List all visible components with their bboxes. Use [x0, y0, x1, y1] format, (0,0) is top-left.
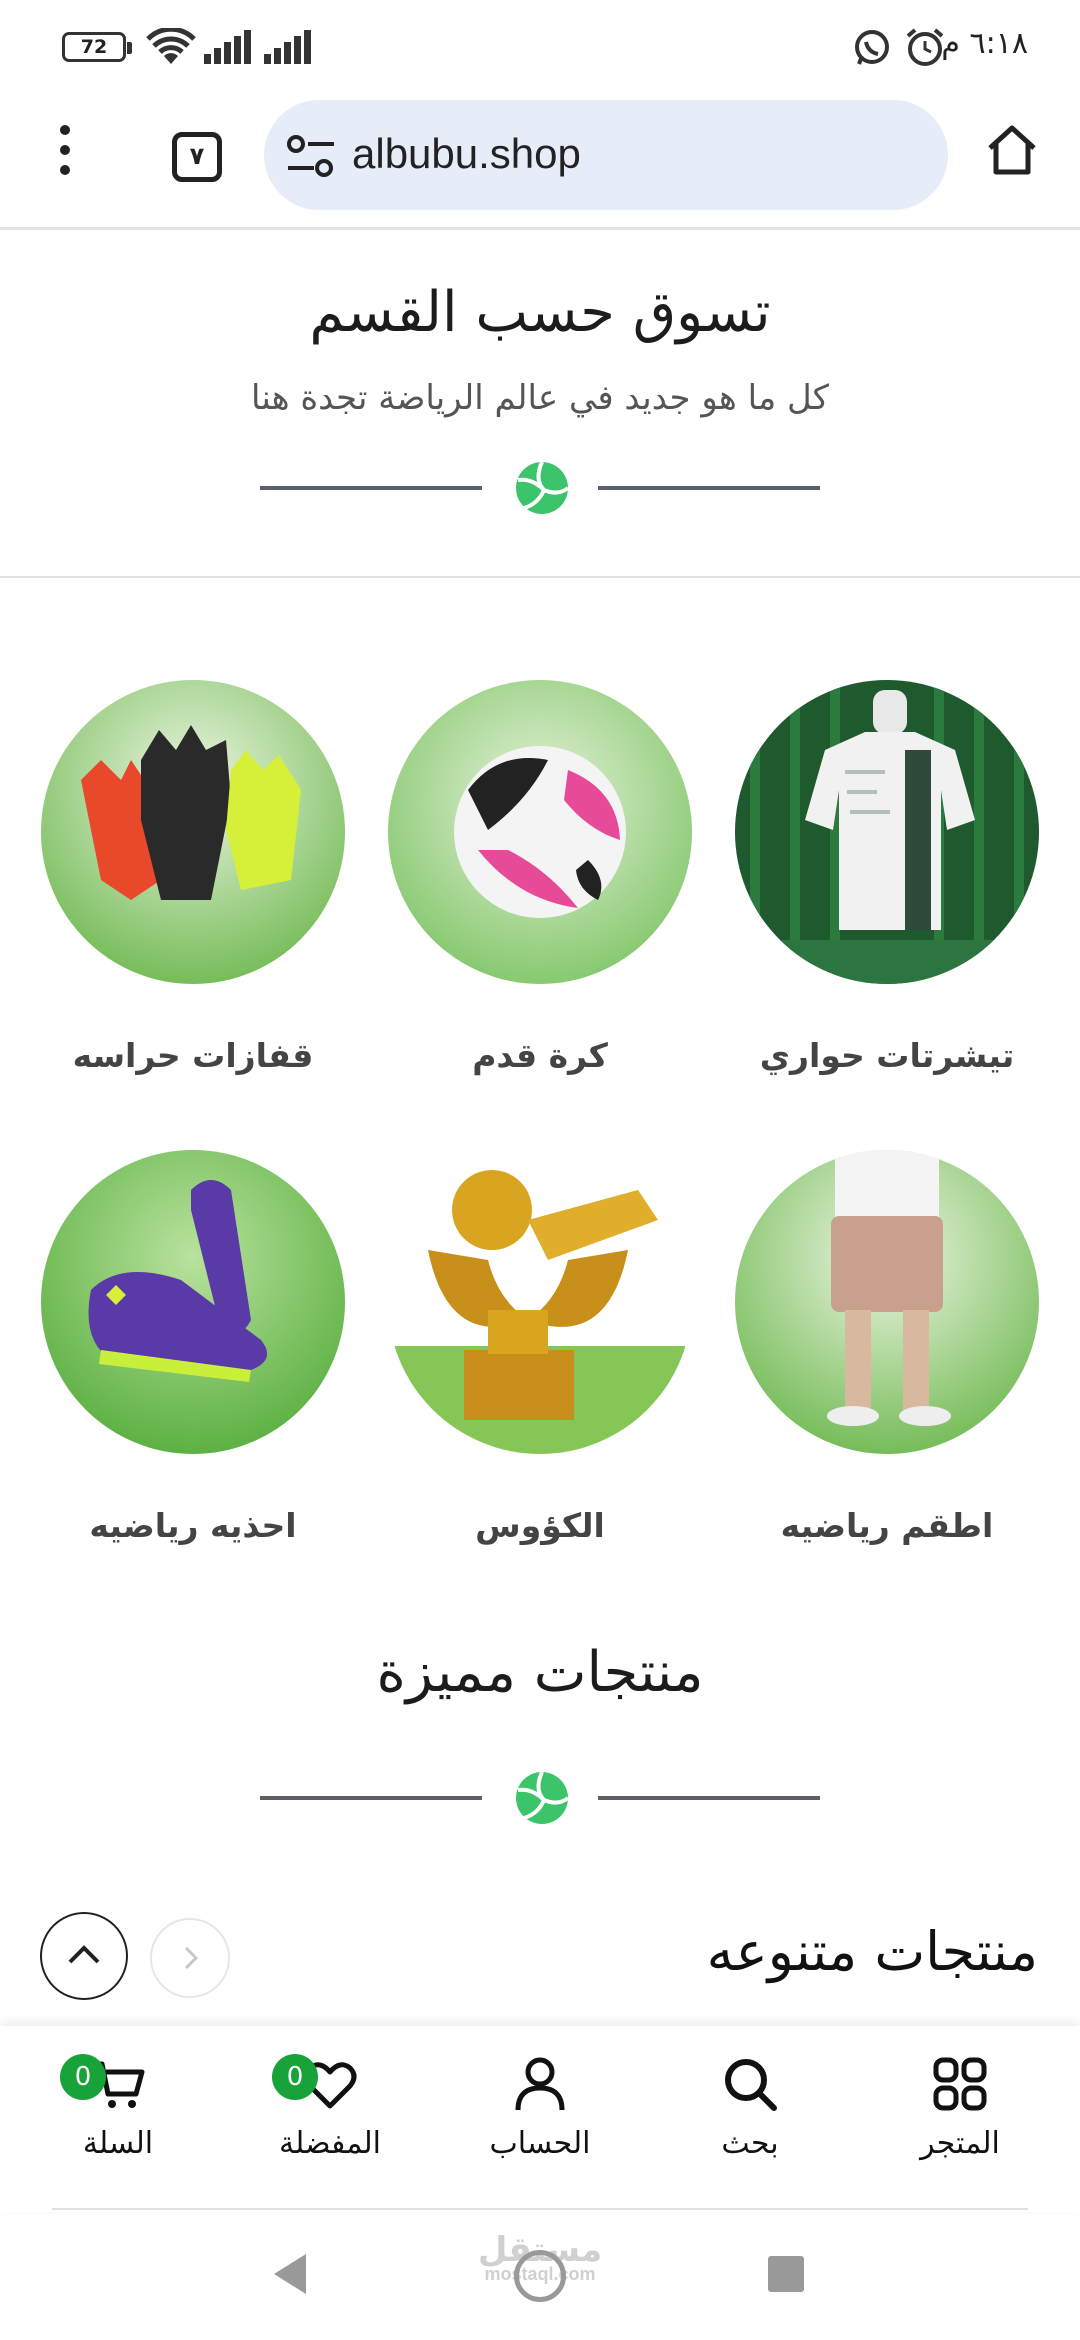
signal-icon-2 — [264, 30, 311, 64]
category-item[interactable]: الكؤوس — [385, 1150, 695, 1545]
cart-count-badge: 0 — [60, 2054, 106, 2100]
address-bar[interactable]: albubu.shop — [264, 100, 948, 210]
nav-label[interactable]: السلة — [38, 2126, 198, 2161]
sport-shoes-image[interactable] — [41, 1150, 345, 1454]
section-title: تسوق حسب القسم — [309, 280, 771, 345]
search-icon — [725, 2059, 777, 2111]
grid-icon — [933, 2057, 987, 2111]
category-item[interactable]: اطقم رياضيه — [732, 1150, 1042, 1545]
nav-cart[interactable]: 0 السلة — [38, 2054, 198, 2161]
volleyball-icon — [516, 1771, 570, 1824]
category-label[interactable]: تيشرتات حواري — [732, 1036, 1042, 1075]
category-label[interactable]: الكؤوس — [385, 1506, 695, 1545]
category-item[interactable]: احذيه رياضيه — [38, 1150, 348, 1545]
scroll-to-top-button[interactable] — [40, 1912, 128, 2000]
tab-switcher-button[interactable]: ٧ — [172, 132, 222, 182]
system-home-button[interactable] — [514, 2250, 566, 2302]
wifi-icon — [146, 28, 196, 64]
assorted-products-title: منتجات متنوعه — [706, 1920, 1038, 1983]
home-icon[interactable] — [984, 122, 1040, 178]
nav-label[interactable]: الحساب — [460, 2126, 620, 2161]
featured-divider — [260, 1768, 820, 1828]
section-separator — [0, 576, 1080, 578]
category-item[interactable]: قفازات حراسه — [38, 680, 348, 1075]
goalkeeper-gloves-image[interactable] — [41, 680, 345, 984]
carousel-next-button[interactable] — [150, 1918, 230, 1998]
chevron-right-icon — [184, 1946, 199, 1970]
more-menu-icon[interactable] — [50, 120, 80, 180]
battery-indicator: 72 — [62, 32, 132, 62]
chevron-up-icon — [68, 1945, 100, 1964]
nav-search[interactable]: بحث — [670, 2054, 830, 2161]
status-bar: 72 ٦:١٨ م — [0, 0, 1080, 90]
url-text[interactable]: albubu.shop — [352, 130, 581, 178]
trophy-image[interactable] — [388, 1150, 692, 1454]
jersey-image[interactable] — [735, 680, 1039, 984]
whatsapp-icon — [855, 30, 889, 65]
category-label[interactable]: كرة قدم — [385, 1036, 695, 1075]
category-label[interactable]: اطقم رياضيه — [732, 1506, 1042, 1545]
system-back-icon[interactable] — [270, 2252, 310, 2296]
alarm-icon — [906, 28, 944, 66]
section-subtitle: كل ما هو جديد في عالم الرياضة تجدة هنا — [251, 378, 829, 418]
bottom-navigation: المتجر بحث الحساب 0 المفضلة 0 السلة — [0, 2026, 1080, 2212]
nav-wishlist[interactable]: 0 المفضلة — [250, 2054, 410, 2161]
wishlist-count-badge: 0 — [272, 2054, 318, 2100]
nav-label[interactable]: بحث — [670, 2126, 830, 2161]
nav-store[interactable]: المتجر — [880, 2054, 1040, 2161]
nav-account[interactable]: الحساب — [460, 2054, 620, 2161]
volleyball-icon — [516, 461, 570, 514]
category-label[interactable]: قفازات حراسه — [38, 1036, 348, 1075]
site-settings-icon[interactable] — [286, 134, 336, 178]
section-divider — [260, 458, 820, 518]
nav-label[interactable]: المفضلة — [250, 2126, 410, 2161]
category-label[interactable]: احذيه رياضيه — [38, 1506, 348, 1545]
sport-outfit-image[interactable] — [735, 1150, 1039, 1454]
category-item[interactable]: تيشرتات حواري — [732, 680, 1042, 1075]
category-item[interactable]: كرة قدم — [385, 680, 695, 1075]
system-recents-button[interactable] — [768, 2256, 804, 2292]
user-icon — [515, 2057, 565, 2111]
browser-toolbar: ٧ albubu.shop — [0, 90, 1080, 230]
nav-label[interactable]: المتجر — [880, 2126, 1040, 2161]
featured-title: منتجات مميزة — [376, 1640, 704, 1705]
status-time: ٦:١٨ م — [941, 26, 1028, 61]
signal-icon — [204, 30, 251, 64]
nav-separator — [52, 2208, 1028, 2210]
football-image[interactable] — [388, 680, 692, 984]
